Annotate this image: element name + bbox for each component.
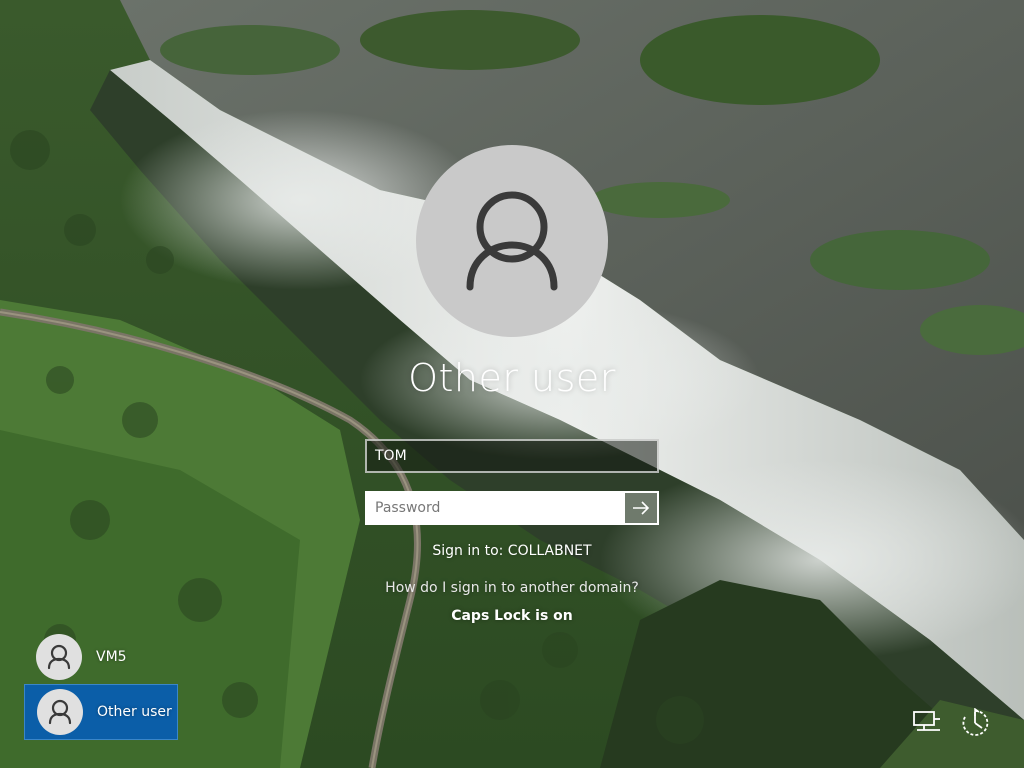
- password-field[interactable]: [365, 491, 659, 525]
- user-tile-vm5[interactable]: VM5: [24, 629, 178, 685]
- ease-of-access-power-icon: [962, 708, 989, 736]
- user-icon: [466, 191, 558, 291]
- user-avatar: [416, 145, 608, 337]
- username-field[interactable]: TOM: [365, 439, 659, 473]
- arrow-right-icon: [633, 501, 650, 515]
- user-avatar-small: [36, 634, 82, 680]
- network-icon: [913, 711, 940, 731]
- user-icon: [47, 644, 71, 670]
- user-tile-label: VM5: [96, 649, 127, 665]
- other-domain-link[interactable]: How do I sign in to another domain?: [312, 580, 712, 596]
- user-tile-other-user[interactable]: Other user: [24, 684, 178, 740]
- user-icon: [48, 699, 72, 725]
- sign-in-domain: Sign in to: COLLABNET: [432, 543, 592, 559]
- network-button[interactable]: [910, 706, 944, 740]
- user-avatar-small: [37, 689, 83, 735]
- caps-lock-warning: Caps Lock is on: [451, 608, 573, 624]
- lock-screen: Other user TOM Sign in to: COLLABNET How…: [0, 0, 1024, 768]
- submit-button[interactable]: [625, 493, 657, 523]
- selected-user-name: Other user: [408, 356, 616, 400]
- ease-of-access-button[interactable]: [958, 706, 992, 740]
- password-input[interactable]: [367, 493, 625, 523]
- user-tile-label: Other user: [97, 704, 172, 720]
